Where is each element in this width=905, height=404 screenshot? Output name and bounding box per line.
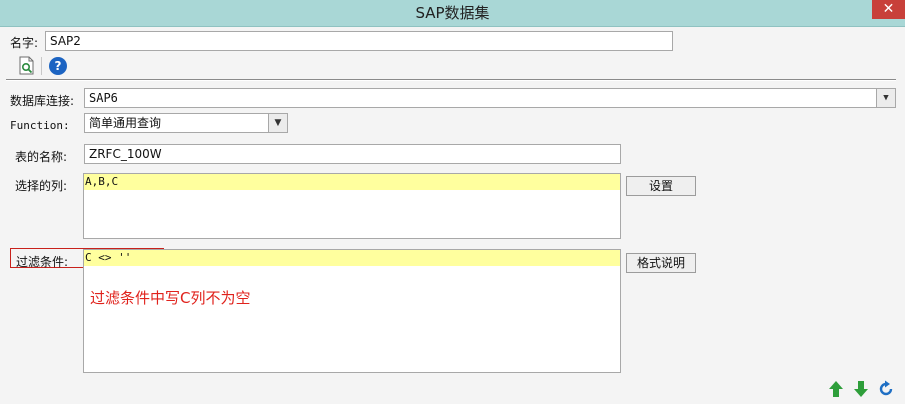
columns-textarea[interactable]: A,B,C — [83, 173, 621, 239]
chevron-down-icon[interactable]: ▼ — [876, 89, 895, 107]
close-button[interactable]: ✕ — [872, 0, 905, 19]
dialog-content: 名字: SAP2 ? 数据库连接: SAP6 ▼ Function: 简单通用查… — [0, 27, 905, 404]
move-up-button[interactable] — [828, 380, 844, 398]
table-name-label: 表的名称: — [15, 150, 68, 164]
filter-text: C <> '' — [84, 250, 620, 266]
toolbar-separator — [41, 57, 42, 75]
preview-icon — [19, 56, 34, 75]
table-name-input[interactable]: ZRFC_100W — [84, 144, 621, 164]
preview-button[interactable] — [17, 56, 37, 76]
columns-settings-button[interactable]: 设置 — [626, 176, 696, 196]
close-icon: ✕ — [882, 1, 895, 17]
db-connection-value: SAP6 — [89, 91, 118, 105]
chevron-down-icon[interactable]: ▼ — [268, 114, 287, 132]
columns-label: 选择的列: — [15, 179, 68, 193]
move-up-icon — [829, 381, 843, 397]
format-help-button[interactable]: 格式说明 — [626, 253, 696, 273]
filter-label: 过滤条件: — [16, 255, 69, 269]
filter-annotation: 过滤条件中写C列不为空 — [90, 289, 251, 307]
refresh-button[interactable] — [877, 380, 895, 398]
move-down-icon — [854, 381, 868, 397]
function-value: 简单通用查询 — [89, 116, 162, 130]
window-title: SAP数据集 — [415, 4, 490, 22]
db-connection-label: 数据库连接: — [10, 94, 75, 108]
section-divider — [6, 79, 896, 81]
name-label: 名字: — [10, 36, 39, 50]
function-select[interactable]: 简单通用查询 ▼ — [84, 113, 288, 133]
help-button[interactable]: ? — [49, 57, 67, 75]
function-label: Function: — [10, 119, 70, 132]
help-icon: ? — [54, 59, 62, 73]
columns-text: A,B,C — [84, 174, 620, 190]
filter-textarea[interactable]: C <> '' — [83, 249, 621, 373]
name-input[interactable]: SAP2 — [45, 31, 673, 51]
refresh-icon — [879, 380, 893, 396]
move-down-button[interactable] — [853, 380, 869, 398]
window-titlebar: SAP数据集 ✕ — [0, 0, 905, 27]
db-connection-select[interactable]: SAP6 ▼ — [84, 88, 896, 108]
